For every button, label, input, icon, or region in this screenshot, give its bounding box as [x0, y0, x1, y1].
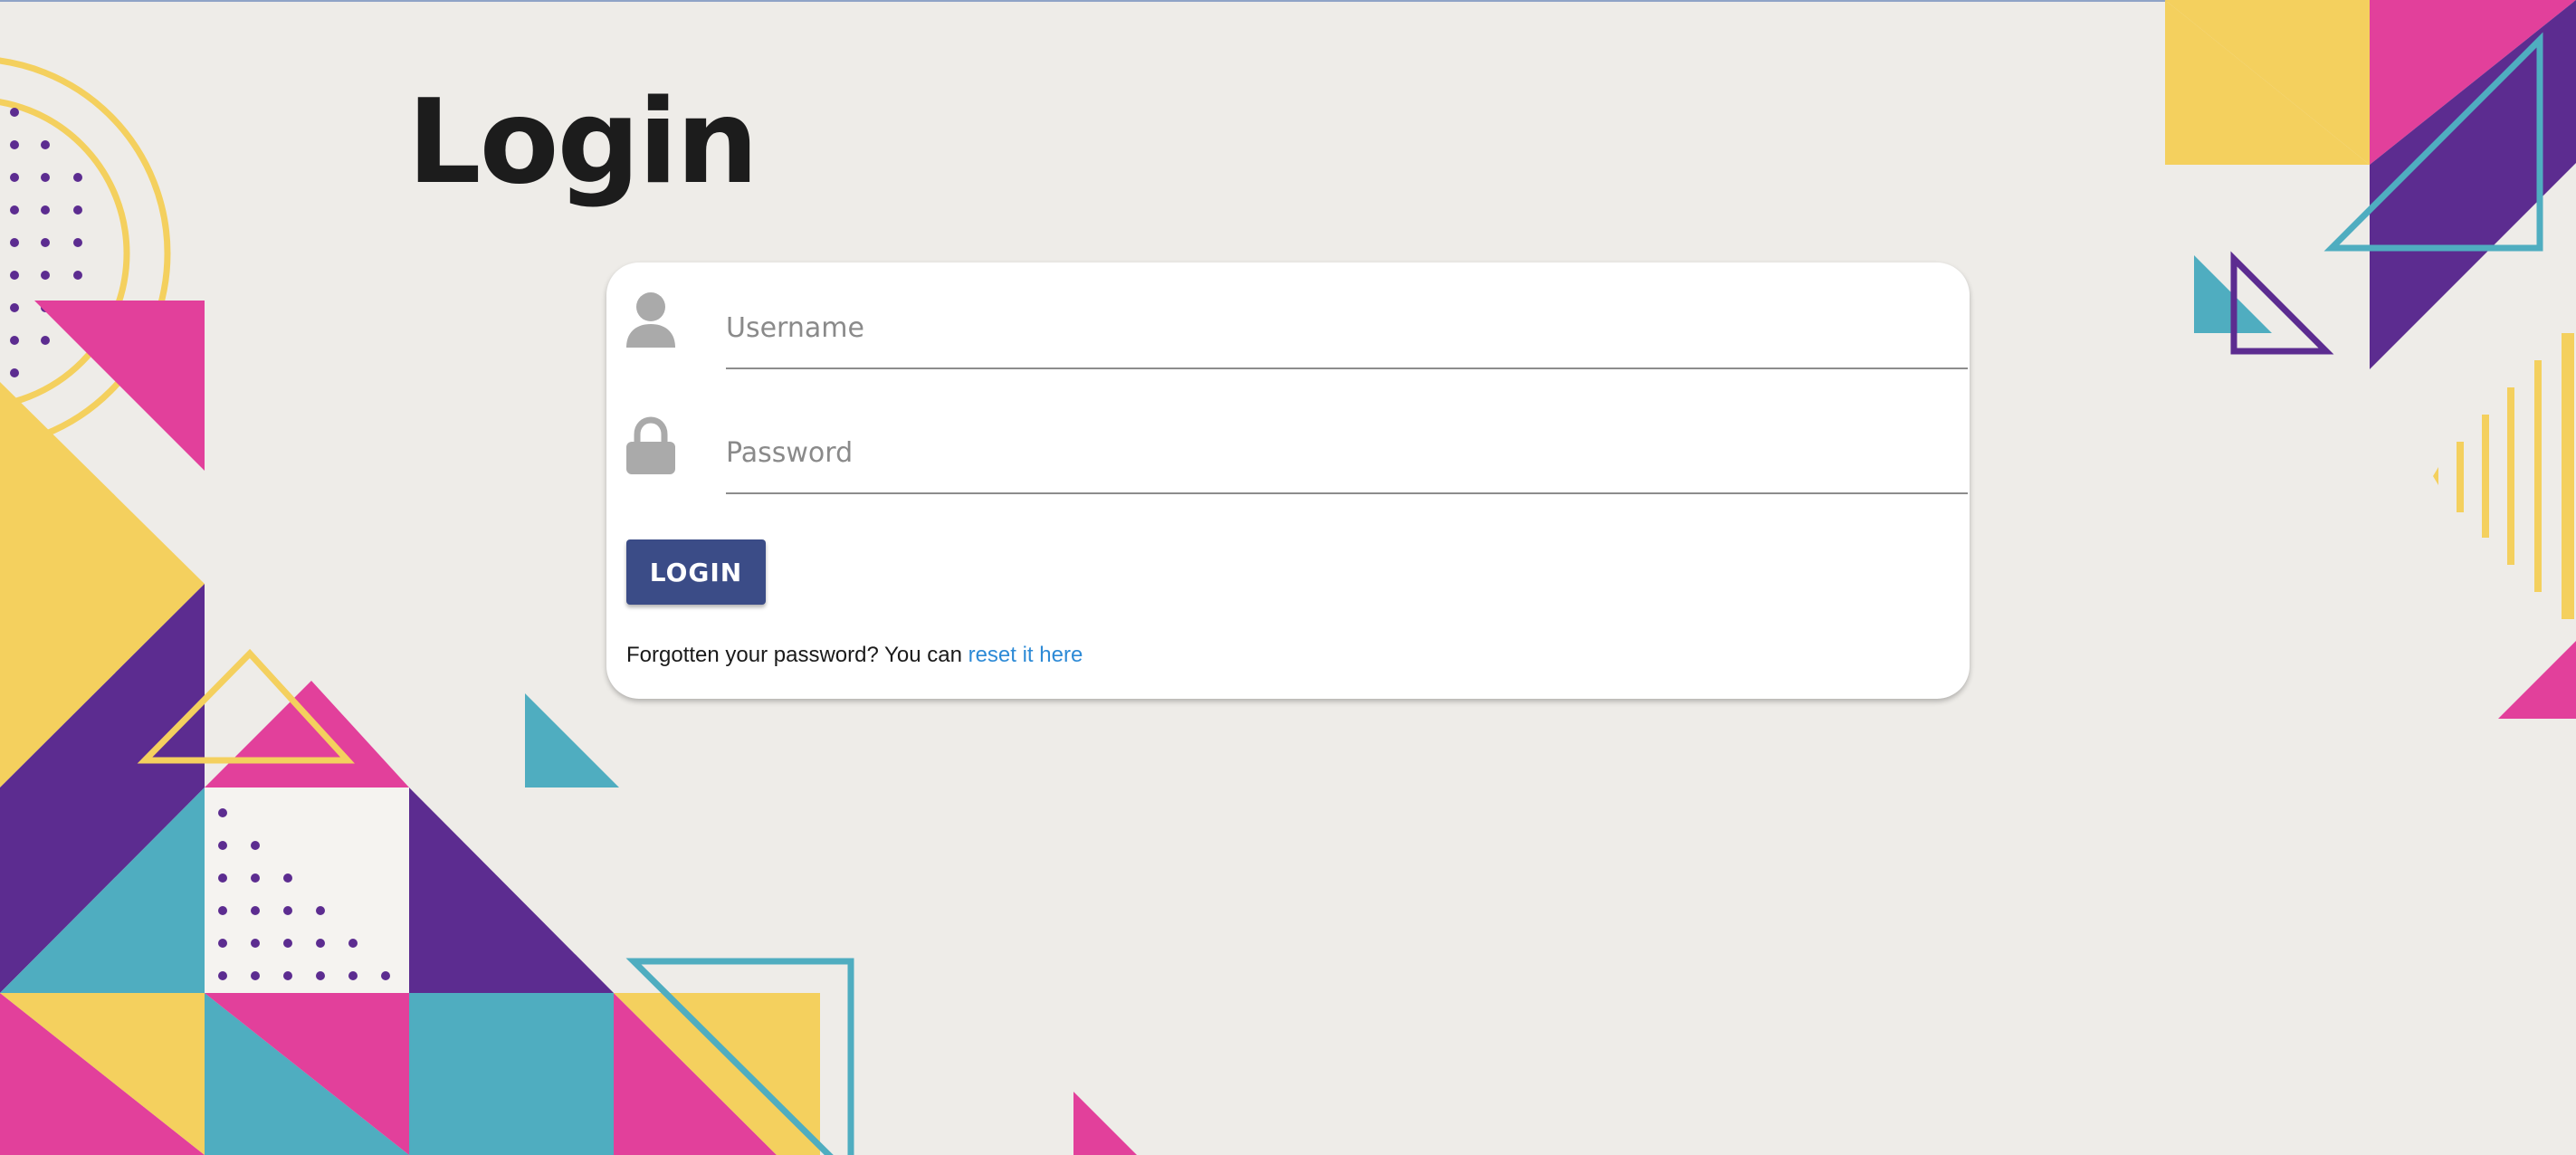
purple-triangle-right	[409, 788, 614, 993]
white-square	[205, 788, 409, 993]
reset-password-link[interactable]: reset it here	[968, 643, 1083, 667]
pink-triangle-mid	[205, 681, 409, 788]
page-title: Login	[407, 75, 758, 210]
purple-outline-triangle-right	[2230, 251, 2334, 355]
password-input[interactable]	[726, 413, 1968, 494]
pink-triangle-right-bottom	[2498, 641, 2576, 719]
teal-bottom-3	[409, 993, 614, 1155]
password-row	[625, 413, 1968, 494]
teal-small-triangle	[525, 693, 619, 788]
user-icon	[626, 292, 675, 348]
login-button[interactable]: LOGIN	[626, 539, 766, 605]
forgot-password-text: Forgotten your password? You can reset i…	[626, 643, 1083, 668]
lock-icon	[626, 416, 675, 474]
username-row	[625, 288, 1968, 369]
forgot-password-prefix: Forgotten your password? You can	[626, 643, 968, 667]
username-input[interactable]	[726, 288, 1968, 369]
pink-bottom-small	[1073, 1092, 1137, 1155]
yellow-stripes-right	[2433, 333, 2574, 619]
login-card: LOGIN Forgotten your password? You can r…	[606, 262, 1970, 699]
